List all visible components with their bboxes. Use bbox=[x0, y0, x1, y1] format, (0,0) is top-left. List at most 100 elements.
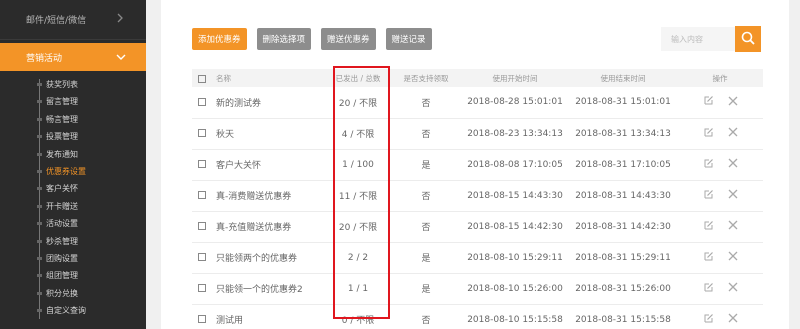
row-select-cell bbox=[192, 304, 212, 329]
supports-receive: 否 bbox=[421, 223, 431, 233]
delete-selected-button[interactable]: 删除选择项 bbox=[256, 28, 312, 50]
end-time: 2018-08-31 15:01:01 bbox=[575, 97, 671, 108]
edit-icon[interactable] bbox=[703, 282, 714, 296]
row-checkbox[interactable] bbox=[198, 191, 206, 199]
sidebar-item-messaging[interactable]: 邮件/短信/微信 bbox=[0, 0, 146, 40]
row-checkbox[interactable] bbox=[198, 160, 206, 168]
supports-receive: 否 bbox=[421, 316, 431, 326]
start-time: 2018-08-10 15:15:58 bbox=[467, 314, 563, 325]
chevron-down-icon bbox=[116, 51, 126, 64]
table-row: 真-消费赠送优惠券 11 / 不限否 2018-08-15 14:43:30 2018… bbox=[192, 180, 763, 211]
row-select-cell bbox=[192, 180, 212, 211]
header-start: 使用开始时间 bbox=[492, 73, 538, 83]
sidebar-subitem[interactable]: 自定义查询 bbox=[0, 302, 146, 319]
sidebar-subitem[interactable]: 发布通知 bbox=[0, 146, 146, 163]
search-input[interactable] bbox=[661, 27, 735, 51]
close-icon[interactable] bbox=[728, 251, 738, 264]
edit-icon[interactable] bbox=[703, 220, 714, 234]
add-coupon-button[interactable]: 添加优惠券 bbox=[192, 28, 247, 50]
sidebar-subitem[interactable]: 留言管理 bbox=[0, 93, 146, 110]
coupon-name: 真-消费赠送优惠券 bbox=[216, 192, 292, 202]
row-checkbox[interactable] bbox=[198, 315, 206, 323]
supports-receive: 是 bbox=[421, 161, 431, 171]
sidebar-subitem[interactable]: 获奖列表 bbox=[0, 76, 146, 93]
end-time: 2018-08-31 15:26:00 bbox=[575, 283, 671, 294]
row-actions bbox=[677, 211, 763, 242]
row-actions bbox=[677, 118, 763, 149]
close-icon[interactable] bbox=[728, 282, 738, 295]
search-icon bbox=[741, 31, 755, 48]
header-receive: 是否支持领取 bbox=[403, 73, 449, 83]
sidebar-subitem[interactable]: 积分兑换 bbox=[0, 285, 146, 302]
row-checkbox[interactable] bbox=[198, 253, 206, 261]
close-icon[interactable] bbox=[728, 313, 738, 326]
gift-coupon-button[interactable]: 赠送优惠券 bbox=[321, 28, 376, 50]
sidebar-subitem[interactable]: 活动设置 bbox=[0, 215, 146, 232]
edit-icon[interactable] bbox=[703, 158, 714, 172]
sidebar-submenu: 获奖列表 留言管理 畅言管理 投票管理 发布通知 优惠券设置 客户关怀 开卡赠送 活动设置 秒杀管… bbox=[0, 71, 146, 320]
row-checkbox[interactable] bbox=[198, 129, 206, 137]
sidebar-item-label: 邮件/短信/微信 bbox=[26, 16, 87, 26]
edit-icon[interactable] bbox=[703, 95, 714, 109]
coupon-name: 客户大关怀 bbox=[216, 161, 262, 171]
table-row: 秋天 4 / 不限否 2018-08-23 13:34:13 2018-08-31 1… bbox=[192, 118, 763, 149]
issued-column-highlight bbox=[333, 66, 390, 319]
end-time: 2018-08-31 15:29:11 bbox=[575, 252, 671, 263]
start-time: 2018-08-10 15:26:00 bbox=[467, 283, 563, 294]
coupon-name: 秋天 bbox=[216, 130, 235, 140]
row-actions bbox=[677, 273, 763, 304]
edit-icon[interactable] bbox=[703, 251, 714, 265]
sidebar-subitem[interactable]: 组团管理 bbox=[0, 267, 146, 284]
close-icon[interactable] bbox=[728, 189, 738, 202]
header-end: 使用结束时间 bbox=[600, 73, 646, 83]
table-row: 只能领两个的优惠券 2 / 2 是 2018-08-10 15:29:11 2018-0… bbox=[192, 242, 763, 273]
end-time: 2018-08-31 14:42:30 bbox=[575, 221, 671, 232]
sidebar-subitem[interactable]: 客户关怀 bbox=[0, 180, 146, 197]
edit-icon[interactable] bbox=[703, 313, 714, 327]
coupon-name: 只能领两个的优惠券 bbox=[216, 254, 298, 264]
table-row: 真-充值赠送优惠券 20 / 不限否 2018-08-15 14:42:30 2018… bbox=[192, 211, 763, 242]
table-row: 只能领一个的优惠券2 1 / 1 是 2018-08-10 15:26:00 2018-… bbox=[192, 273, 763, 304]
sidebar-item-marketing[interactable]: 营销活动 bbox=[0, 43, 146, 71]
edit-icon[interactable] bbox=[703, 127, 714, 141]
chevron-right-icon bbox=[117, 13, 124, 26]
search-box bbox=[661, 26, 761, 52]
coupon-name: 真-充值赠送优惠券 bbox=[216, 223, 292, 233]
row-select-cell bbox=[192, 118, 212, 149]
sidebar-subitem[interactable]: 畅言管理 bbox=[0, 111, 146, 128]
start-time: 2018-08-10 15:29:11 bbox=[467, 252, 563, 263]
sidebar-subitem[interactable]: 投票管理 bbox=[0, 128, 146, 145]
row-actions bbox=[677, 180, 763, 211]
table-row: 客户大关怀 1 / 100 是 2018-08-08 17:10:05 2018-08-… bbox=[192, 149, 763, 180]
row-actions bbox=[677, 149, 763, 180]
coupon-name: 测试用 bbox=[216, 316, 244, 326]
sidebar-subitem[interactable]: 秒杀管理 bbox=[0, 233, 146, 250]
sidebar-subitem[interactable]: 团购设置 bbox=[0, 250, 146, 267]
table-header-row: 名称 已发出 / 总数 是否支持领取 使用开始时间 使用结束时间 操作 bbox=[192, 69, 763, 87]
search-button[interactable] bbox=[735, 26, 761, 52]
close-icon[interactable] bbox=[728, 158, 738, 171]
row-checkbox[interactable] bbox=[198, 222, 206, 230]
close-icon[interactable] bbox=[728, 220, 738, 233]
header-action: 操作 bbox=[712, 73, 728, 83]
row-checkbox[interactable] bbox=[198, 284, 206, 292]
supports-receive: 是 bbox=[421, 285, 431, 295]
start-time: 2018-08-28 15:01:01 bbox=[467, 97, 563, 108]
supports-receive: 否 bbox=[421, 130, 431, 140]
supports-receive: 是 bbox=[421, 254, 431, 264]
close-icon[interactable] bbox=[728, 127, 738, 140]
sidebar-subitem[interactable]: 开卡赠送 bbox=[0, 198, 146, 215]
close-icon[interactable] bbox=[728, 96, 738, 109]
supports-receive: 否 bbox=[421, 98, 431, 109]
gift-record-button[interactable]: 赠送记录 bbox=[385, 28, 432, 50]
edit-icon[interactable] bbox=[703, 189, 714, 203]
row-select-cell bbox=[192, 273, 212, 304]
table-body: 新的测试券 20 / 不限否 2018-08-28 15:01:01 2018-08-… bbox=[192, 87, 763, 329]
table-row: 新的测试券 20 / 不限否 2018-08-28 15:01:01 2018-08-… bbox=[192, 87, 763, 118]
row-checkbox[interactable] bbox=[198, 97, 206, 106]
row-actions bbox=[677, 304, 763, 329]
sidebar: 邮件/短信/微信 营销活动 获奖列表 留言管理 畅言管理 投票管理 发布通知 优惠券设置客… bbox=[0, 0, 146, 329]
select-all-checkbox[interactable] bbox=[198, 74, 206, 83]
header-name: 名称 bbox=[216, 73, 231, 83]
sidebar-subitem[interactable]: 优惠券设置 bbox=[0, 163, 146, 180]
